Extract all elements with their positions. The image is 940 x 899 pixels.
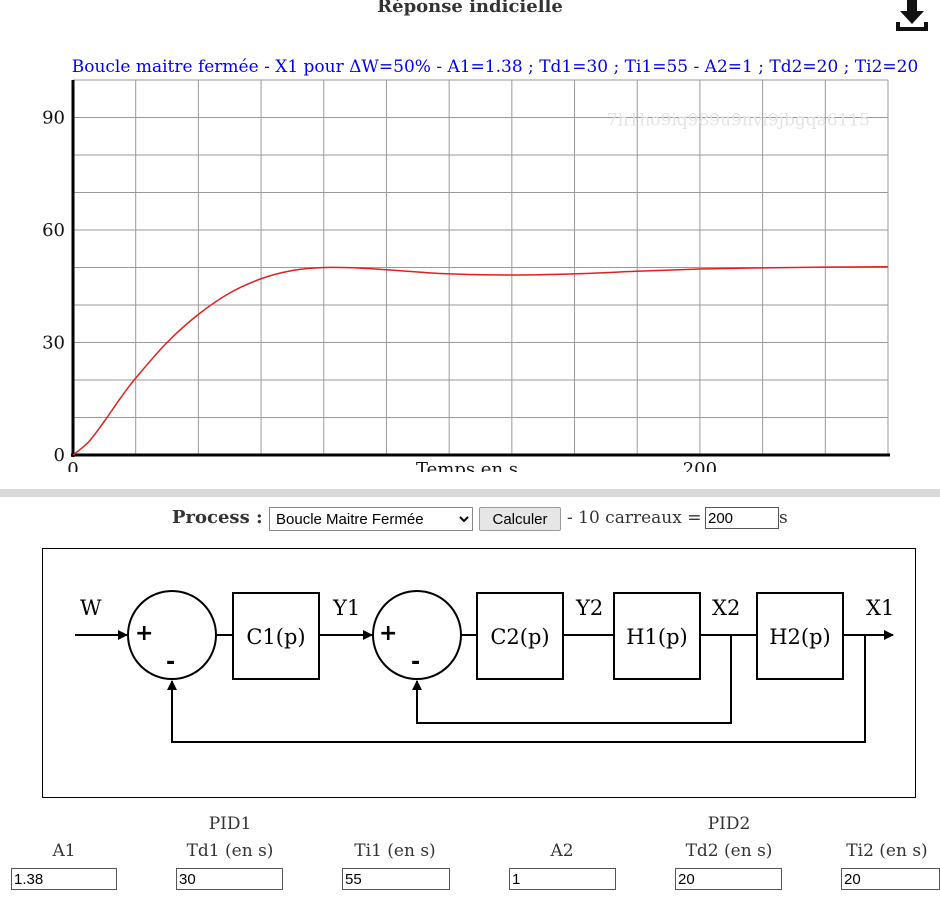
y-tick-label: 0	[54, 445, 65, 466]
separator	[0, 489, 940, 497]
pid1-heading: PID1	[208, 814, 252, 834]
step-input[interactable]	[705, 507, 779, 529]
block-diagram-svg: W + - C1(p) Y1 + - C2(p) Y2 H1(p) X2 H2(…	[75, 590, 894, 743]
x-tick-label: 0	[67, 459, 78, 472]
label-y2: Y2	[575, 596, 603, 620]
ti2-input[interactable]	[841, 868, 940, 890]
outer-feedback	[167, 635, 866, 743]
y-tick-label: 30	[42, 333, 65, 354]
step-unit: s	[779, 508, 788, 528]
series-line-x1	[72, 266, 889, 456]
label-w: W	[80, 596, 102, 620]
a2-input[interactable]	[509, 868, 616, 890]
td2-input[interactable]	[675, 868, 782, 890]
a1-label: A1	[52, 841, 76, 861]
process-select[interactable]: Boucle Maitre Fermée	[269, 507, 473, 531]
label-x2: X2	[712, 596, 740, 620]
ti1-input[interactable]	[342, 868, 450, 890]
block-diagram: W + - C1(p) Y1 + - C2(p) Y2 H1(p) X2 H2(…	[42, 548, 916, 798]
calculate-button[interactable]: Calculer	[479, 507, 561, 531]
controls-bar: Process : Boucle Maitre Fermée Calculer …	[0, 505, 940, 533]
response-chart: 7h1ho9iq989u9nvi9jbgqa6115 0 30 60 90 0 200 Tem…	[42, 79, 890, 480]
label-y1: Y1	[332, 596, 360, 620]
label-x1: X1	[866, 596, 894, 620]
ti1-label: Ti1 (en s)	[354, 841, 436, 861]
chart-area: 7h1ho9iq989u9nvi9jbgqa6115 0 30 60 90 0 200 Tem…	[0, 72, 940, 480]
download-icon[interactable]	[892, 0, 932, 34]
ti2-label: Ti2 (en s)	[846, 841, 928, 861]
minus-2: -	[411, 650, 420, 675]
step-text: - 10 carreaux =	[567, 508, 702, 528]
watermark-text: 7h1ho9iq989u9nvi9jbgqa6115	[607, 111, 870, 131]
y-tick-label: 60	[42, 220, 65, 241]
label-c2: C2(p)	[490, 625, 549, 649]
x-tick-label: 200	[683, 459, 717, 472]
y-tick-label: 90	[42, 108, 65, 129]
label-h2: H2(p)	[769, 625, 831, 649]
td2-label: Td2 (en s)	[685, 841, 773, 861]
minus-1: -	[166, 650, 175, 675]
a1-input[interactable]	[11, 868, 117, 890]
label-h1: H1(p)	[626, 625, 688, 649]
x-axis-label: Temps en s	[416, 459, 518, 472]
process-label: Process :	[172, 507, 263, 528]
page-title: Réponse indicielle	[377, 0, 563, 17]
a2-label: A2	[550, 841, 574, 861]
pid2-heading: PID2	[707, 814, 751, 834]
td1-label: Td1 (en s)	[186, 841, 274, 861]
plus-1: +	[135, 621, 153, 646]
plus-2: +	[379, 621, 397, 646]
label-c1: C1(p)	[246, 625, 305, 649]
td1-input[interactable]	[176, 868, 283, 890]
